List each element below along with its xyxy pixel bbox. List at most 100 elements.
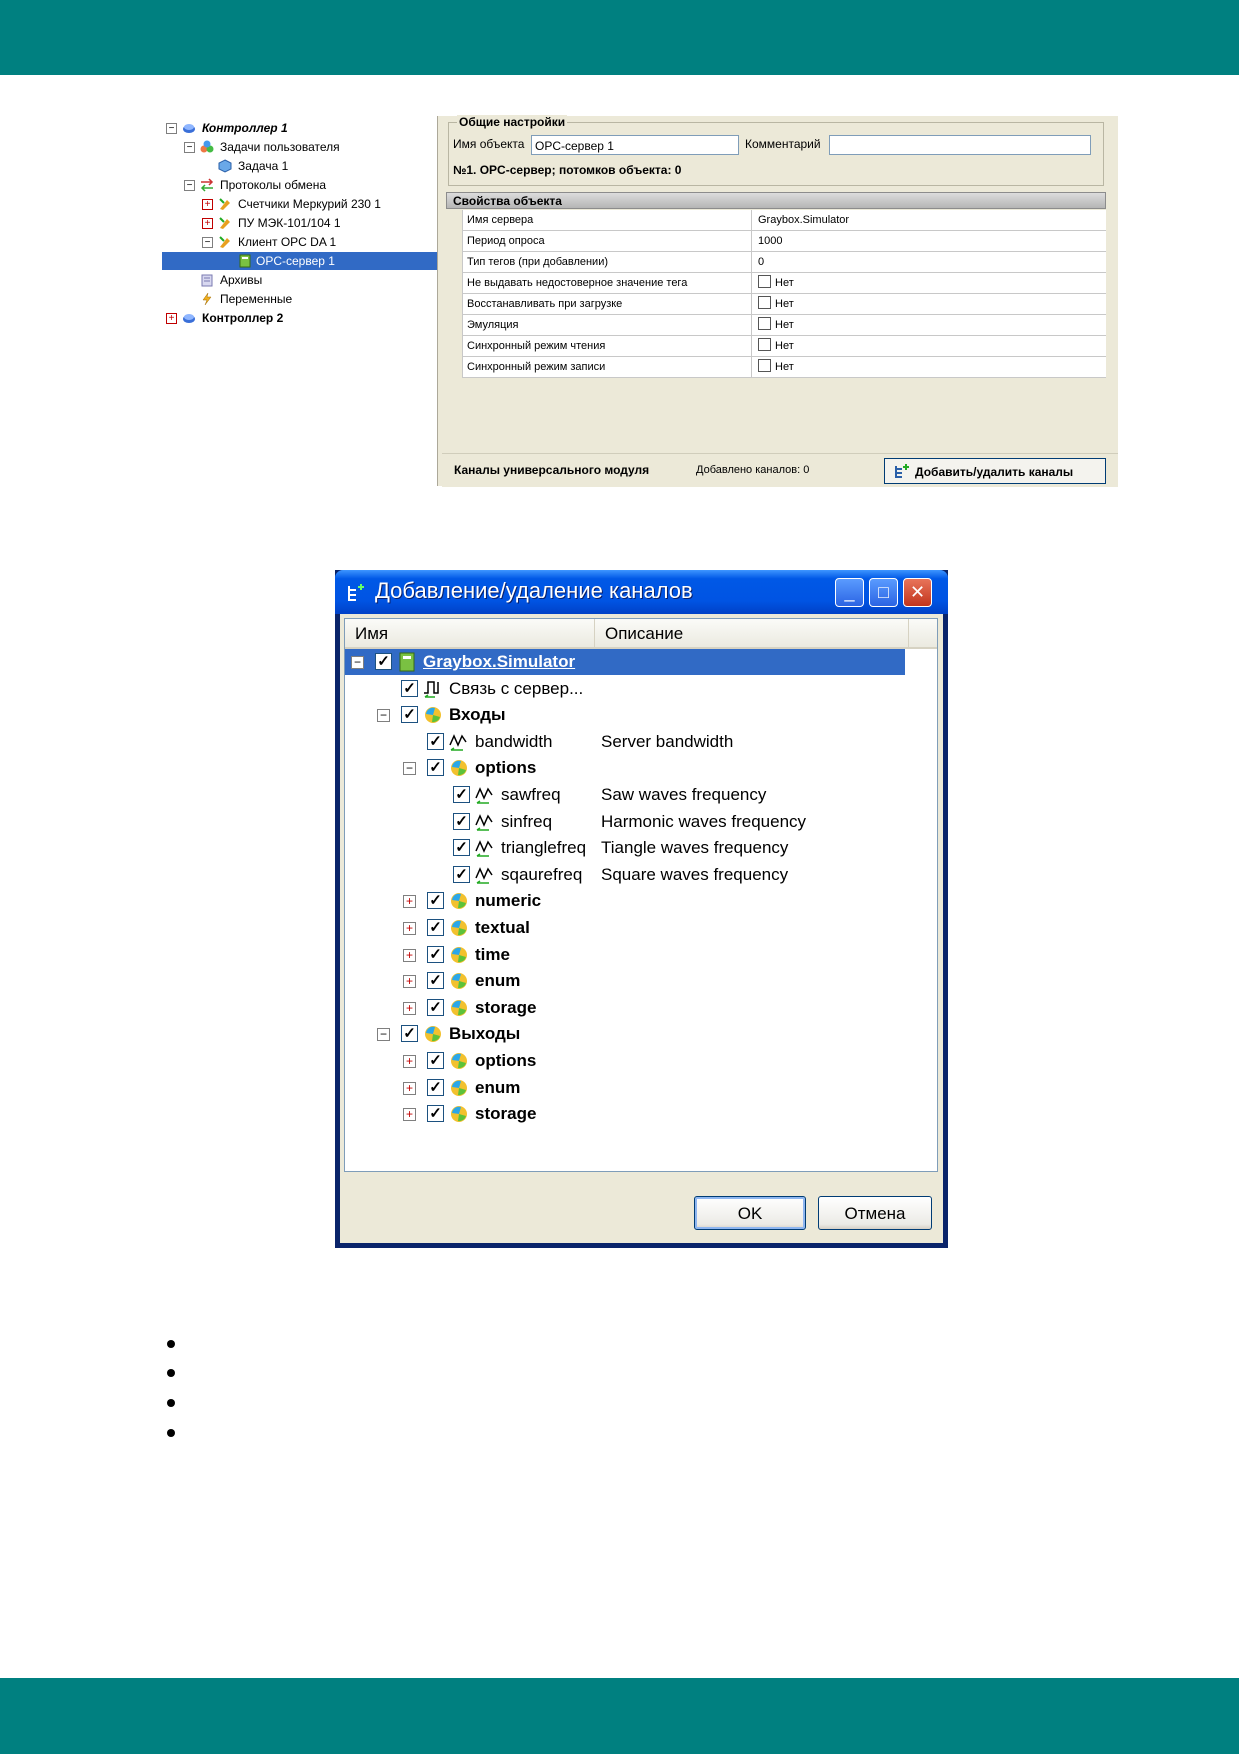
- title-bar[interactable]: Добавление/удаление каналов _ □ ✕: [335, 570, 948, 614]
- folder-ball-icon: [425, 707, 441, 724]
- comment-input[interactable]: [829, 135, 1091, 155]
- expand-icon[interactable]: +: [166, 313, 177, 324]
- tree-row[interactable]: ✓ sinfreq Harmonic waves frequency: [345, 809, 937, 835]
- checkbox[interactable]: ✓: [453, 786, 470, 803]
- collapse-icon[interactable]: −: [166, 123, 177, 134]
- expand-icon[interactable]: +: [403, 1108, 416, 1122]
- property-value[interactable]: Нет: [756, 294, 1106, 314]
- checkbox[interactable]: ✓: [427, 972, 444, 990]
- checkbox[interactable]: [758, 359, 771, 372]
- checkbox[interactable]: [758, 275, 771, 288]
- tree-item-archives[interactable]: Архивы: [162, 271, 437, 289]
- collapse-icon[interactable]: −: [351, 656, 364, 669]
- collapse-icon[interactable]: −: [403, 762, 416, 776]
- tree-row[interactable]: ✓ trianglefreq Tiangle waves frequency: [345, 835, 937, 861]
- tree-row[interactable]: − ✓ options: [345, 755, 937, 781]
- checkbox[interactable]: [758, 338, 771, 351]
- object-name-input[interactable]: OPC-сервер 1: [531, 135, 739, 155]
- tree-item-controller-2[interactable]: + Контроллер 2: [162, 309, 437, 327]
- tree-row[interactable]: + ✓ time: [345, 942, 937, 968]
- checkbox[interactable]: ✓: [453, 839, 470, 857]
- checkbox[interactable]: ✓: [453, 812, 470, 830]
- checkbox[interactable]: ✓: [427, 1078, 444, 1096]
- property-row[interactable]: Имя сервера Graybox.Simulator: [462, 210, 1106, 231]
- column-description[interactable]: Описание: [595, 619, 909, 647]
- expand-icon[interactable]: +: [403, 1081, 416, 1095]
- column-name[interactable]: Имя: [345, 619, 595, 647]
- checkbox[interactable]: ✓: [427, 759, 444, 777]
- tree-row[interactable]: − ✓ Graybox.Simulator: [345, 649, 905, 675]
- expand-icon[interactable]: +: [403, 1055, 416, 1068]
- checkbox[interactable]: ✓: [427, 1052, 444, 1069]
- checkbox[interactable]: ✓: [401, 706, 418, 724]
- expand-icon[interactable]: +: [403, 948, 416, 962]
- checkbox[interactable]: ✓: [427, 998, 444, 1016]
- tree-row[interactable]: − ✓ Выходы: [345, 1021, 937, 1047]
- property-value[interactable]: Нет: [756, 315, 1106, 335]
- collapse-icon[interactable]: −: [184, 180, 195, 191]
- property-row[interactable]: Восстанавливать при загрузке Нет: [462, 294, 1106, 315]
- tree-row[interactable]: ✓ sqaurefreq Square waves frequency: [345, 862, 937, 888]
- tree-row[interactable]: ✓ sawfreq Saw waves frequency: [345, 782, 937, 808]
- checkbox-label: Нет: [775, 340, 794, 352]
- minimize-button[interactable]: _: [835, 578, 864, 607]
- expand-icon[interactable]: +: [403, 895, 416, 909]
- property-row[interactable]: Синхронный режим чтения Нет: [462, 336, 1106, 357]
- checkbox[interactable]: ✓: [427, 892, 444, 910]
- tree-row[interactable]: + ✓ storage: [345, 995, 937, 1021]
- property-value[interactable]: Нет: [756, 357, 1106, 377]
- checkbox[interactable]: [758, 317, 771, 330]
- checkbox[interactable]: ✓: [427, 732, 444, 750]
- property-row[interactable]: Тип тегов (при добавлении) 0: [462, 252, 1106, 273]
- expand-icon[interactable]: +: [403, 922, 416, 935]
- property-row[interactable]: Период опроса 1000: [462, 231, 1106, 252]
- add-remove-channels-button[interactable]: Добавить/удалить каналы: [884, 458, 1106, 484]
- collapse-icon[interactable]: −: [184, 142, 195, 153]
- ok-button[interactable]: OK: [694, 1196, 806, 1230]
- property-row[interactable]: Не выдавать недостоверное значение тега Н…: [462, 273, 1106, 294]
- checkbox[interactable]: ✓: [375, 653, 392, 670]
- expand-icon[interactable]: +: [403, 975, 416, 989]
- close-button[interactable]: ✕: [903, 578, 932, 607]
- tree-row[interactable]: + ✓ enum: [345, 1075, 937, 1101]
- tree-item-variables[interactable]: Переменные: [162, 290, 437, 308]
- checkbox[interactable]: ✓: [453, 865, 470, 883]
- tree-row[interactable]: + ✓ textual: [345, 915, 937, 941]
- tree-row[interactable]: − ✓ Входы: [345, 702, 937, 728]
- property-value[interactable]: Нет: [756, 273, 1106, 293]
- checkbox[interactable]: ✓: [427, 1105, 444, 1123]
- property-value[interactable]: 0: [756, 252, 1106, 272]
- tree-row[interactable]: + ✓ options: [345, 1048, 937, 1074]
- tree-item-iec[interactable]: + ПУ МЭК-101/104 1: [162, 214, 437, 232]
- cancel-button[interactable]: Отмена: [818, 1196, 932, 1230]
- tree-item-mercury[interactable]: + Счетчики Меркурий 230 1: [162, 195, 437, 213]
- tree-row[interactable]: + ✓ enum: [345, 968, 937, 994]
- collapse-icon[interactable]: −: [377, 709, 390, 723]
- tree-item-controller-1[interactable]: − Контроллер 1: [162, 119, 437, 137]
- property-value[interactable]: Нет: [756, 336, 1106, 356]
- property-value[interactable]: 1000: [756, 231, 1106, 251]
- tree-row[interactable]: ✓ Связь с сервер...: [345, 676, 937, 702]
- tree-item-user-tasks[interactable]: − Задачи пользователя: [162, 138, 437, 156]
- collapse-icon[interactable]: −: [202, 237, 213, 248]
- collapse-icon[interactable]: −: [377, 1028, 390, 1042]
- checkbox[interactable]: ✓: [401, 1025, 418, 1043]
- expand-icon[interactable]: +: [202, 199, 213, 210]
- expand-icon[interactable]: +: [202, 218, 213, 229]
- tree-item-task-1[interactable]: Задача 1: [162, 157, 437, 175]
- checkbox[interactable]: ✓: [427, 945, 444, 963]
- tree-row[interactable]: + ✓ storage: [345, 1101, 937, 1127]
- tree-row[interactable]: + ✓ numeric: [345, 888, 937, 914]
- checkbox[interactable]: ✓: [427, 919, 444, 936]
- property-value[interactable]: Graybox.Simulator: [756, 210, 1106, 230]
- checkbox[interactable]: ✓: [401, 679, 418, 697]
- tree-item-opc-server[interactable]: OPC-сервер 1: [162, 252, 437, 270]
- property-row[interactable]: Синхронный режим записи Нет: [462, 357, 1106, 378]
- tree-row[interactable]: ✓ bandwidth Server bandwidth: [345, 729, 937, 755]
- property-row[interactable]: Эмуляция Нет: [462, 315, 1106, 336]
- tree-item-protocols[interactable]: − Протоколы обмена: [162, 176, 437, 194]
- maximize-button[interactable]: □: [869, 578, 898, 607]
- expand-icon[interactable]: +: [403, 1001, 416, 1015]
- checkbox[interactable]: [758, 296, 771, 309]
- tree-item-opc-client[interactable]: − Клиент OPC DA 1: [162, 233, 437, 251]
